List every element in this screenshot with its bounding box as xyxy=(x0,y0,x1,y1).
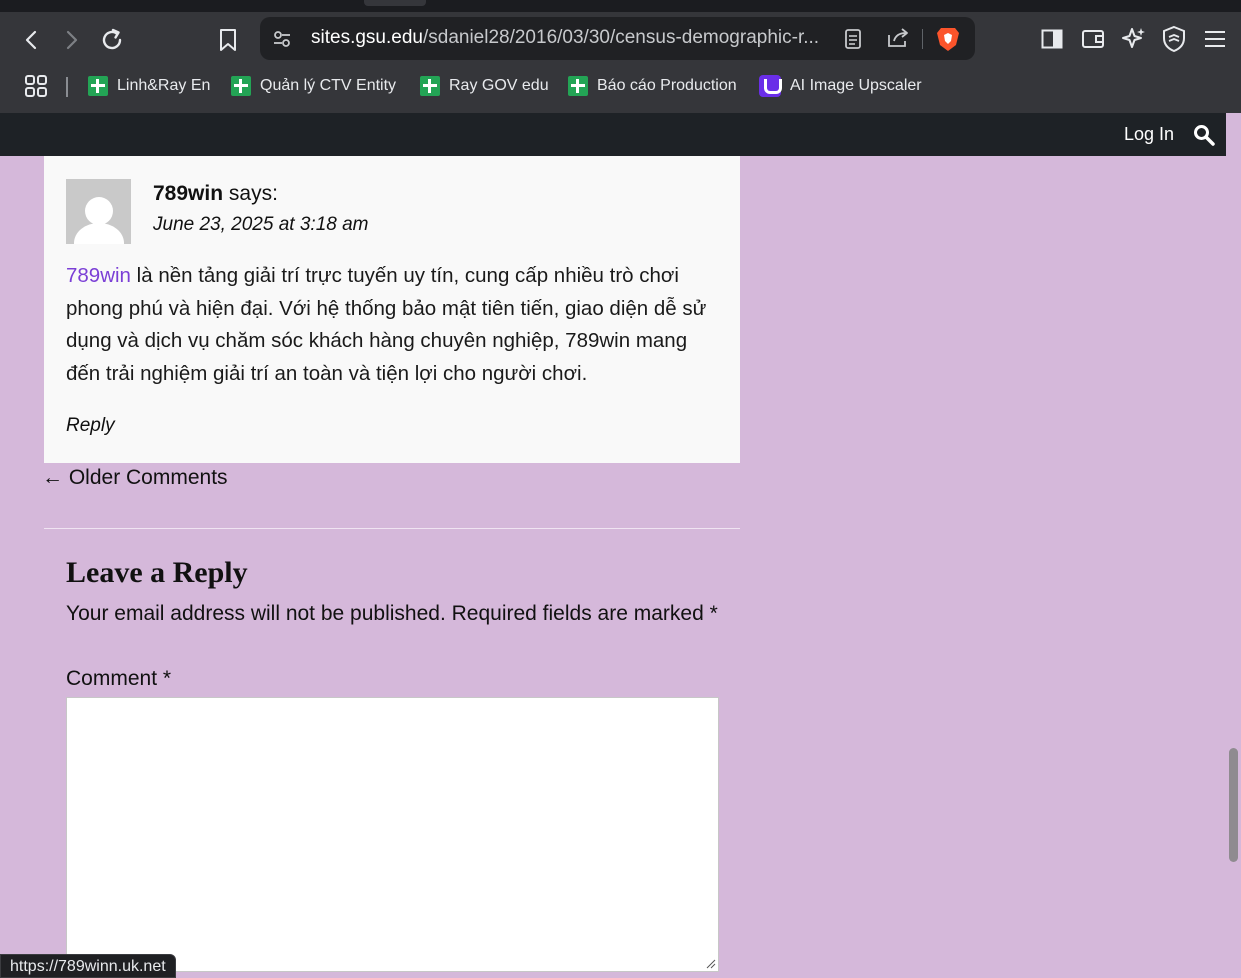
bookmark-page-button[interactable] xyxy=(210,22,246,58)
reply-link[interactable]: Reply xyxy=(66,415,115,437)
spreadsheet-icon xyxy=(420,76,440,96)
divider xyxy=(44,528,740,529)
older-comments-link[interactable]: ← Older Comments xyxy=(42,466,228,490)
scrollbar-thumb[interactable] xyxy=(1229,748,1238,862)
back-button[interactable] xyxy=(14,22,50,58)
browser-toolbar: sites.gsu.edu/sdaniel28/2016/03/30/censu… xyxy=(0,12,1241,113)
ai-upscaler-icon xyxy=(759,75,782,97)
bookmark-item[interactable]: Linh&Ray En xyxy=(88,74,210,98)
tab-strip xyxy=(0,0,1241,12)
resize-handle-icon[interactable] xyxy=(704,957,716,969)
login-link[interactable]: Log In xyxy=(1124,124,1174,145)
reload-icon xyxy=(102,28,122,50)
bookmark-item[interactable]: Quản lý CTV Entity xyxy=(231,74,396,98)
share-icon[interactable] xyxy=(886,27,910,49)
comment-field-label: Comment * xyxy=(66,667,171,691)
comment-textarea[interactable] xyxy=(66,697,719,972)
forward-button[interactable] xyxy=(53,22,89,58)
chevron-left-icon xyxy=(25,30,37,50)
required-mark: * xyxy=(162,667,172,690)
bookmark-label: Báo cáo Production xyxy=(597,77,737,94)
site-settings-icon[interactable] xyxy=(272,29,292,49)
chevron-right-icon xyxy=(66,30,78,50)
comment-date[interactable]: June 23, 2025 at 3:18 am xyxy=(153,214,369,236)
bookmark-label: Linh&Ray En xyxy=(117,77,211,94)
bookmark-label: Quản lý CTV Entity xyxy=(260,77,397,94)
spreadsheet-icon xyxy=(88,76,108,96)
spreadsheet-icon xyxy=(568,76,588,96)
bookmarks-bar: Linh&Ray En Quản lý CTV Entity Ray GOV e… xyxy=(0,68,1241,104)
required-mark: * xyxy=(709,602,718,625)
bookmark-label: Ray GOV edu xyxy=(449,77,549,94)
urlbar-separator xyxy=(922,29,923,49)
avatar-head xyxy=(85,197,113,225)
avatar-body xyxy=(74,223,124,244)
apps-grid-icon[interactable] xyxy=(24,74,48,98)
url-text[interactable]: sites.gsu.edu/sdaniel28/2016/03/30/censu… xyxy=(311,27,819,49)
notes-text: Your email address will not be published… xyxy=(66,602,704,625)
address-bar[interactable]: sites.gsu.edu/sdaniel28/2016/03/30/censu… xyxy=(260,17,975,60)
spreadsheet-icon xyxy=(231,76,251,96)
comment-says: says: xyxy=(228,182,278,205)
site-header: Log In xyxy=(0,113,1226,156)
bookmark-item[interactable]: Ray GOV edu xyxy=(420,74,549,98)
sidebar-toggle-icon[interactable] xyxy=(1041,28,1063,50)
comment-text: là nền tảng giải trí trực tuyến uy tín, … xyxy=(66,264,707,385)
reader-mode-icon[interactable] xyxy=(844,28,862,50)
status-url: https://789winn.uk.net xyxy=(0,954,176,978)
search-icon[interactable] xyxy=(1193,124,1215,146)
bookmark-item[interactable]: AI Image Upscaler xyxy=(759,74,922,98)
comment-link[interactable]: 789win xyxy=(66,264,131,287)
reload-button[interactable] xyxy=(94,22,130,58)
url-host: sites.gsu.edu xyxy=(311,27,423,48)
reply-form-title: Leave a Reply xyxy=(66,556,248,589)
comment-author-line: 789win says: xyxy=(153,182,278,206)
brave-shields-icon[interactable] xyxy=(935,25,961,53)
avatar xyxy=(66,179,131,244)
active-tab-indicator[interactable] xyxy=(364,0,426,6)
required-fields-note: Your email address will not be published… xyxy=(66,602,718,626)
comment-body: 789win là nền tảng giải trí trực tuyến u… xyxy=(66,260,726,390)
comment-label-text: Comment xyxy=(66,667,158,690)
bookmark-icon xyxy=(220,29,236,51)
bookmark-item[interactable]: Báo cáo Production xyxy=(568,74,737,98)
wallet-icon[interactable] xyxy=(1081,27,1105,51)
menu-icon[interactable] xyxy=(1203,28,1227,50)
comment-card: 789win says: June 23, 2025 at 3:18 am 78… xyxy=(44,156,740,463)
url-path: /sdaniel28/2016/03/30/census-demographic… xyxy=(422,27,820,48)
vpn-shield-icon[interactable] xyxy=(1162,25,1186,53)
bookmark-label: AI Image Upscaler xyxy=(790,77,922,94)
leo-ai-icon[interactable] xyxy=(1121,26,1147,52)
bookmarks-divider xyxy=(66,77,68,97)
comment-author: 789win xyxy=(153,182,224,205)
